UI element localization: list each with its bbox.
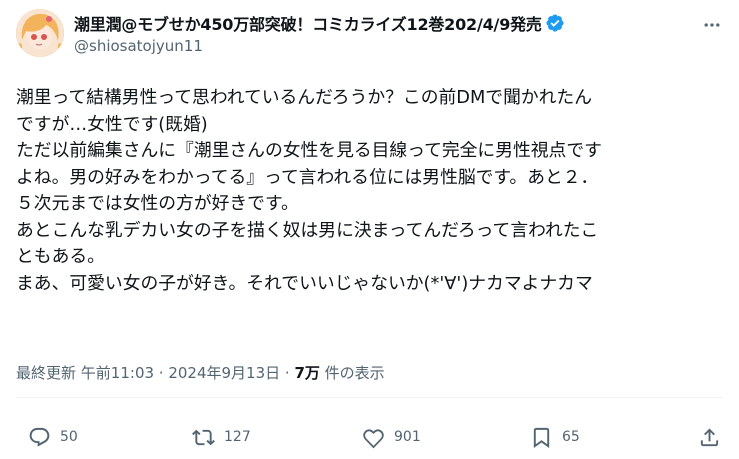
repost-button[interactable]: 127 <box>192 418 251 456</box>
share-icon <box>700 427 719 446</box>
meta-separator: · <box>280 364 295 382</box>
more-icon <box>704 23 720 27</box>
avatar[interactable] <box>16 9 64 57</box>
like-count: 901 <box>394 429 421 445</box>
reply-count: 50 <box>60 429 78 445</box>
tweet-text-line: あとこんな乳デカい女の子を描く奴は男に決まってんだろって言われたこ <box>16 219 599 241</box>
tweet-text-line: ５次元までは女性の方が好きです。 <box>16 193 299 214</box>
reply-button[interactable]: 50 <box>28 418 78 456</box>
tweet-time[interactable]: 午前11:03 <box>81 364 154 382</box>
tweet-text-line: 潮里って結構男性って思われているんだろうか？この前DMで聞かれたん <box>16 87 592 108</box>
like-button[interactable]: 901 <box>362 418 421 456</box>
repost-count: 127 <box>224 429 251 445</box>
author-handle[interactable]: @shiosatojyun11 <box>74 37 203 55</box>
verified-badge-icon <box>545 13 565 33</box>
share-button[interactable] <box>698 418 721 456</box>
action-bar: 50 127 901 65 <box>0 418 739 456</box>
reply-icon <box>29 427 50 447</box>
more-options-button[interactable] <box>699 12 725 38</box>
view-count: 7万 <box>294 364 320 382</box>
view-count-label: 件の表示 <box>319 364 385 382</box>
bookmark-button[interactable]: 65 <box>530 418 580 456</box>
like-icon <box>363 428 384 448</box>
author-display-name[interactable]: 潮里潤@モブせか450万部突破！コミカライズ12巻202/4/9発売 <box>74 11 542 35</box>
divider <box>16 397 723 398</box>
tweet-text-line: ともある。 <box>16 246 105 267</box>
tweet-date[interactable]: 2024年9月13日 <box>168 364 280 382</box>
tweet-text-line: ただ以前編集さんに『潮里さんの女性を見る目線って完全に男性視点です <box>16 140 602 161</box>
meta-separator: · <box>154 364 169 382</box>
author-name-row[interactable]: 潮里潤@モブせか450万部突破！コミカライズ12巻202/4/9発売 <box>74 10 565 36</box>
bookmark-icon <box>533 427 550 448</box>
tweet-meta: 最終更新 午前11:03 · 2024年9月13日 · 7万 件の表示 <box>16 362 385 383</box>
tweet-text-line: まあ、可愛い女の子が好き。それでいいじゃないか(*'∀')ナカマよナカマ <box>16 272 593 294</box>
tweet-card: 潮里潤@モブせか450万部突破！コミカライズ12巻202/4/9発売 @shio… <box>0 0 739 459</box>
tweet-text-line: よね。男の好みをわかってる』って言われる位には男性脳です。あと２． <box>16 166 599 188</box>
bookmark-count: 65 <box>562 429 580 445</box>
last-updated-label[interactable]: 最終更新 <box>16 364 76 382</box>
tweet-text: 潮里って結構男性って思われているんだろうか？この前DMで聞かれたん ですが…女性… <box>16 85 728 297</box>
tweet-text-line: ですが…女性です(既婚) <box>16 113 208 135</box>
repost-icon <box>192 429 215 445</box>
